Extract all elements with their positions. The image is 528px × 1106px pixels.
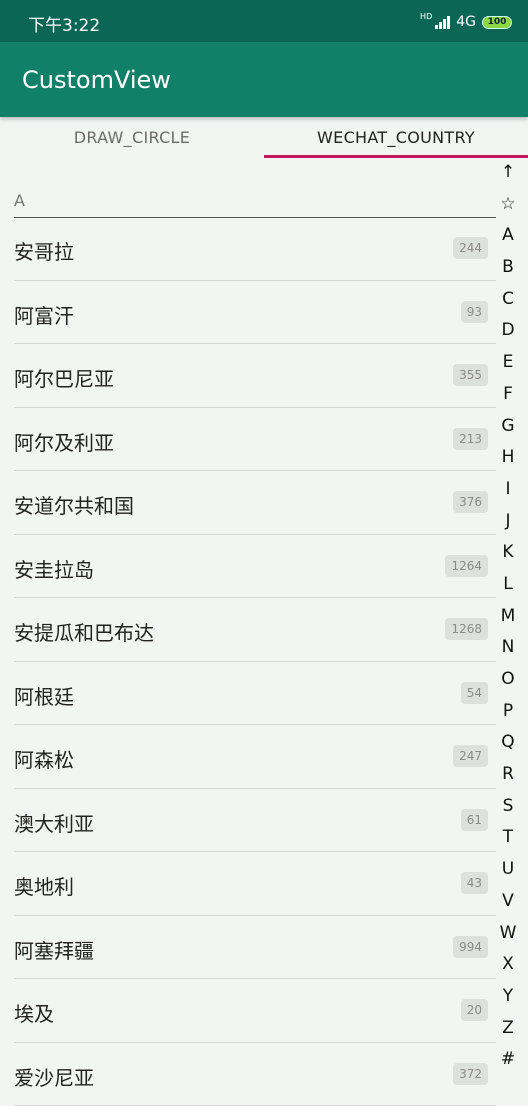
- index-letter[interactable]: G: [496, 411, 520, 443]
- country-code-badge: 247: [453, 745, 488, 767]
- country-name: 阿森松: [14, 744, 74, 773]
- list-item[interactable]: 安哥拉 244: [0, 217, 500, 281]
- country-code-badge: 54: [461, 682, 488, 704]
- section-header: A: [14, 191, 496, 218]
- country-code-badge: 355: [453, 364, 488, 386]
- country-code-badge: 1268: [445, 618, 488, 640]
- list-item[interactable]: 安道尔共和国 376: [0, 471, 500, 535]
- index-letter[interactable]: N: [496, 632, 520, 664]
- signal-icon: [435, 15, 450, 29]
- index-letter[interactable]: W: [496, 918, 520, 950]
- list-item[interactable]: 奥地利 43: [0, 852, 500, 916]
- hd-indicator: HD: [420, 12, 432, 21]
- index-letter[interactable]: O: [496, 664, 520, 696]
- country-code-badge: 376: [453, 491, 488, 513]
- app-bar: CustomView: [0, 42, 528, 117]
- list-item[interactable]: 阿塞拜疆 994: [0, 916, 500, 980]
- list-item[interactable]: 阿根廷 54: [0, 662, 500, 726]
- index-letter[interactable]: S: [496, 791, 520, 823]
- list-item[interactable]: 安提瓜和巴布达 1268: [0, 598, 500, 662]
- country-name: 阿尔巴尼亚: [14, 363, 114, 392]
- index-letter[interactable]: M: [496, 601, 520, 633]
- index-letter[interactable]: ☆: [496, 189, 520, 221]
- country-code-badge: 372: [453, 1063, 488, 1085]
- country-name: 阿富汗: [14, 300, 74, 329]
- tab-indicator: [264, 155, 528, 158]
- country-name: 奥地利: [14, 871, 74, 900]
- list-item[interactable]: 安圭拉岛 1264: [0, 535, 500, 599]
- country-name: 爱沙尼亚: [14, 1062, 94, 1091]
- alphabet-index-bar[interactable]: ↑☆ABCDEFGHIJKLMNOPQRSTUVWXYZ#: [496, 157, 520, 1077]
- list-item[interactable]: 阿尔巴尼亚 355: [0, 344, 500, 408]
- index-letter[interactable]: L: [496, 569, 520, 601]
- index-letter[interactable]: E: [496, 347, 520, 379]
- index-letter[interactable]: #: [496, 1044, 520, 1076]
- tab-wechat-country[interactable]: WECHAT_COUNTRY: [264, 119, 528, 159]
- country-name: 安圭拉岛: [14, 554, 94, 583]
- country-name: 安道尔共和国: [14, 490, 134, 519]
- country-code-badge: 1264: [445, 555, 488, 577]
- country-name: 阿尔及利亚: [14, 427, 114, 456]
- index-letter[interactable]: Y: [496, 981, 520, 1013]
- index-letter[interactable]: H: [496, 442, 520, 474]
- country-code-badge: 213: [453, 428, 488, 450]
- app-title: CustomView: [22, 66, 171, 94]
- list-item[interactable]: 阿富汗 93: [0, 281, 500, 345]
- country-name: 阿塞拜疆: [14, 935, 94, 964]
- status-bar: 下午3:22 HD 4G 100: [0, 0, 528, 42]
- index-letter[interactable]: R: [496, 759, 520, 791]
- section-letter: A: [14, 191, 25, 210]
- index-letter[interactable]: ↑: [496, 157, 520, 189]
- index-letter[interactable]: V: [496, 886, 520, 918]
- index-letter[interactable]: D: [496, 315, 520, 347]
- list-item[interactable]: 阿尔及利亚 213: [0, 408, 500, 472]
- country-name: 安哥拉: [14, 236, 74, 265]
- network-type: 4G: [456, 14, 476, 30]
- index-letter[interactable]: U: [496, 854, 520, 886]
- list-item[interactable]: 阿森松 247: [0, 725, 500, 789]
- index-letter[interactable]: J: [496, 506, 520, 538]
- index-letter[interactable]: I: [496, 474, 520, 506]
- index-letter[interactable]: Z: [496, 1013, 520, 1045]
- list-item[interactable]: 爱沙尼亚 372: [0, 1043, 500, 1106]
- country-code-badge: 994: [453, 936, 488, 958]
- country-name: 安提瓜和巴布达: [14, 617, 154, 646]
- index-letter[interactable]: A: [496, 220, 520, 252]
- index-letter[interactable]: K: [496, 537, 520, 569]
- country-code-badge: 20: [461, 999, 488, 1021]
- index-letter[interactable]: B: [496, 252, 520, 284]
- country-list[interactable]: 安哥拉 244 阿富汗 93 阿尔巴尼亚 355 阿尔及利亚 213 安道尔共和国 376 安圭拉岛…: [0, 217, 500, 1106]
- country-name: 埃及: [14, 998, 54, 1027]
- country-code-badge: 61: [461, 809, 488, 831]
- list-item[interactable]: 埃及 20: [0, 979, 500, 1043]
- country-code-badge: 244: [453, 237, 488, 259]
- country-code-badge: 93: [461, 301, 488, 323]
- index-letter[interactable]: F: [496, 379, 520, 411]
- index-letter[interactable]: T: [496, 822, 520, 854]
- tab-draw-circle[interactable]: DRAW_CIRCLE: [0, 119, 264, 159]
- index-letter[interactable]: X: [496, 949, 520, 981]
- list-item[interactable]: 澳大利亚 61: [0, 789, 500, 853]
- country-code-badge: 43: [461, 872, 488, 894]
- index-letter[interactable]: C: [496, 284, 520, 316]
- index-letter[interactable]: P: [496, 696, 520, 728]
- country-name: 澳大利亚: [14, 808, 94, 837]
- country-name: 阿根廷: [14, 681, 74, 710]
- battery-icon: 100: [482, 16, 512, 29]
- index-letter[interactable]: Q: [496, 727, 520, 759]
- tab-bar: DRAW_CIRCLE WECHAT_COUNTRY: [0, 119, 528, 159]
- status-icons: HD 4G 100: [420, 12, 512, 32]
- status-time: 下午3:22: [28, 11, 100, 36]
